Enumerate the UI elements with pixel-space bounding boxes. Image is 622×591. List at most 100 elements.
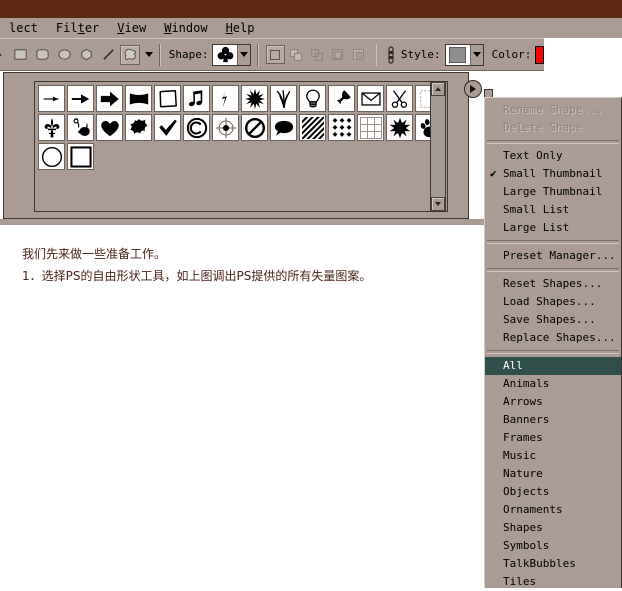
- shape-grid-container: [34, 81, 448, 212]
- menu-large-list[interactable]: Large List: [485, 219, 621, 237]
- style-picker-combo[interactable]: [444, 43, 484, 66]
- menu-item-label: Animals: [503, 377, 550, 390]
- menu-category-all[interactable]: All: [485, 357, 621, 375]
- menu-category-symbols[interactable]: Symbols: [485, 537, 621, 555]
- line-tool[interactable]: [98, 45, 118, 65]
- menu-window[interactable]: Window: [155, 18, 216, 38]
- menu-filter[interactable]: Filter: [47, 18, 108, 38]
- options-bar-whitespace: [544, 38, 622, 71]
- scrollbar-track[interactable]: [431, 96, 445, 197]
- foreground-color-swatch[interactable]: [535, 45, 544, 64]
- splat-shape[interactable]: [125, 114, 152, 141]
- crosshair-shape[interactable]: [212, 114, 239, 141]
- menu-help[interactable]: Help: [217, 18, 264, 38]
- copyright-shape[interactable]: [183, 114, 210, 141]
- talk-bubble-icon: [273, 117, 295, 139]
- rounded-rectangle-tool[interactable]: [32, 45, 52, 65]
- freeform-pen-tool[interactable]: [0, 45, 6, 65]
- menu-category-tiles[interactable]: Tiles: [485, 573, 621, 591]
- grid-tile-shape[interactable]: [357, 114, 384, 141]
- menu-category-music[interactable]: Music: [485, 447, 621, 465]
- banner-shape[interactable]: [125, 85, 152, 112]
- menu-category-frames[interactable]: Frames: [485, 429, 621, 447]
- heart-shape[interactable]: [96, 114, 123, 141]
- square-frame-shape[interactable]: [67, 143, 94, 170]
- ellipse-tool[interactable]: [54, 45, 74, 65]
- scissors-shape[interactable]: [386, 85, 413, 112]
- menu-save-shapes[interactable]: Save Shapes...: [485, 311, 621, 329]
- create-new-shape-layer-button[interactable]: [265, 45, 285, 64]
- menu-category-shapes[interactable]: Shapes: [485, 519, 621, 537]
- exclude-overlapping-shape-areas-button[interactable]: [350, 45, 369, 64]
- menu-replace-shapes[interactable]: Replace Shapes...: [485, 329, 621, 347]
- torn-frame-shape[interactable]: [154, 85, 181, 112]
- menu-delete-shape: Delete Shape: [485, 119, 621, 137]
- lightbulb-shape[interactable]: [299, 85, 326, 112]
- menu-category-nature[interactable]: Nature: [485, 465, 621, 483]
- grass-shape[interactable]: [270, 85, 297, 112]
- menu-category-objects[interactable]: Objects: [485, 483, 621, 501]
- menu-category-animals[interactable]: Animals: [485, 375, 621, 393]
- style-picker-dropdown-arrow[interactable]: [469, 44, 483, 65]
- talk-bubble-shape[interactable]: [270, 114, 297, 141]
- menu-category-talkbubbles[interactable]: TalkBubbles: [485, 555, 621, 573]
- arrow-medium-shape[interactable]: [67, 85, 94, 112]
- menu-item-label: Replace Shapes...: [503, 331, 616, 344]
- color-label: Color:: [491, 48, 532, 61]
- circle-frame-shape[interactable]: [38, 143, 65, 170]
- menu-preset-manager[interactable]: Preset Manager...: [485, 247, 621, 265]
- shape-grid-scrollbar[interactable]: [430, 81, 446, 212]
- crosshair-icon: [215, 117, 237, 139]
- menu-category-ornaments[interactable]: Ornaments: [485, 501, 621, 519]
- geometry-options-icon[interactable]: [384, 45, 398, 65]
- menu-reset-shapes[interactable]: Reset Shapes...: [485, 275, 621, 293]
- music-note-shape[interactable]: [183, 85, 210, 112]
- scroll-up-arrow-icon[interactable]: [431, 82, 445, 96]
- pushpin-shape[interactable]: [328, 85, 355, 112]
- subtract-from-shape-area-button[interactable]: [308, 45, 327, 64]
- shape-picker-dropdown-arrow[interactable]: [237, 44, 251, 65]
- square-frame-icon: [69, 145, 92, 168]
- arrow-thin-shape[interactable]: [38, 85, 65, 112]
- custom-shape-picker-panel: [3, 72, 469, 219]
- rectangle-tool[interactable]: [10, 45, 30, 65]
- shape-picker-combo[interactable]: [212, 43, 252, 66]
- no-entry-shape[interactable]: [241, 114, 268, 141]
- cat-ornament-shape[interactable]: [67, 114, 94, 141]
- fleur-de-lis-shape[interactable]: [38, 114, 65, 141]
- checkmark-icon: ✔: [490, 167, 497, 180]
- intersect-shape-areas-button[interactable]: [329, 45, 348, 64]
- shape-tool-options-chevron-down-icon[interactable]: [145, 52, 154, 57]
- lightning-shape[interactable]: [212, 85, 239, 112]
- style-swatch: [445, 44, 470, 65]
- menu-item-label: Large List: [503, 221, 570, 234]
- copyright-icon: [186, 117, 208, 139]
- pushpin-icon: [331, 88, 353, 110]
- diamond-grid-tile-shape[interactable]: [328, 114, 355, 141]
- menu-view[interactable]: View: [108, 18, 155, 38]
- diagonal-hatch-tile-shape[interactable]: [299, 114, 326, 141]
- menu-load-shapes[interactable]: Load Shapes...: [485, 293, 621, 311]
- rounded-rectangle-icon: [35, 47, 50, 62]
- menu-text-only[interactable]: Text Only: [485, 147, 621, 165]
- custom-shape-tool[interactable]: [120, 44, 141, 65]
- checkmark-shape[interactable]: [154, 114, 181, 141]
- article-line-1: 我们先来做一些准备工作。: [22, 247, 167, 261]
- menu-item-label: Symbols: [503, 539, 550, 552]
- menu-category-banners[interactable]: Banners: [485, 411, 621, 429]
- menu-item-label: Objects: [503, 485, 550, 498]
- menu-small-thumbnail[interactable]: ✔ Small Thumbnail: [485, 165, 621, 183]
- arrow-thick-shape[interactable]: [96, 85, 123, 112]
- menu-large-thumbnail[interactable]: Large Thumbnail: [485, 183, 621, 201]
- picker-menu-button[interactable]: [464, 80, 482, 98]
- add-to-shape-area-button[interactable]: [287, 45, 306, 64]
- envelope-shape[interactable]: [357, 85, 384, 112]
- menu-select[interactable]: lect: [0, 18, 47, 38]
- starburst-shape[interactable]: [241, 85, 268, 112]
- menu-category-arrows[interactable]: Arrows: [485, 393, 621, 411]
- menu-item-label: Ornaments: [503, 503, 563, 516]
- star-burst-shape[interactable]: [386, 114, 413, 141]
- scroll-down-arrow-icon[interactable]: [431, 197, 445, 211]
- menu-small-list[interactable]: Small List: [485, 201, 621, 219]
- polygon-tool[interactable]: [76, 45, 96, 65]
